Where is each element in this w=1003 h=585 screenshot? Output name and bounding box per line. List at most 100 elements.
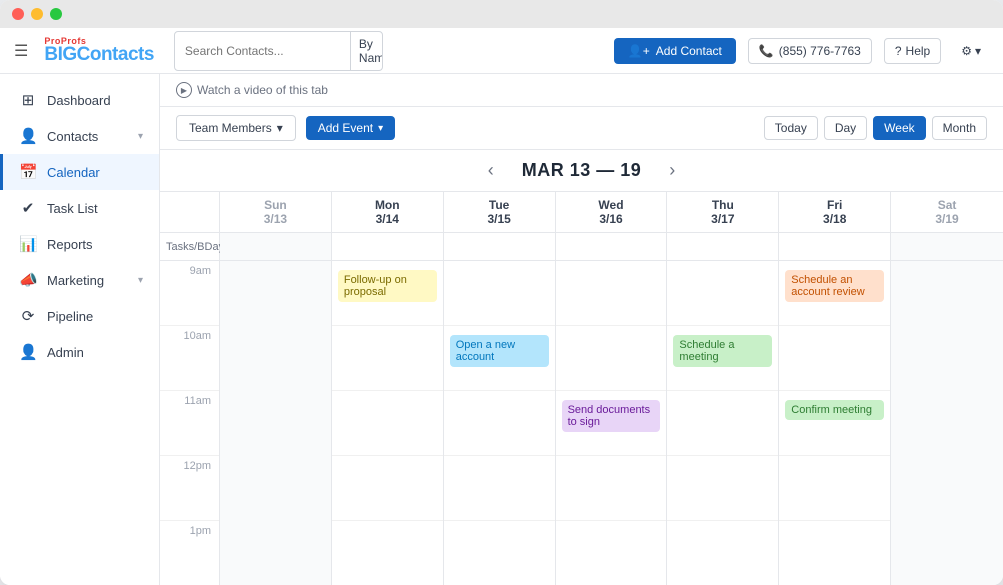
time-row-9am: 9am Follow-up on proposal Schedule an ac… [160,261,1003,326]
app-header: ☰ ProProfs BIGContacts By Name ▾ 🔍 👤+ Ad… [0,28,1003,74]
time-cell-sat-10am[interactable] [891,326,1003,391]
event-schedule-account-review[interactable]: Schedule an account review [785,270,884,302]
col-header-thu: Thu 3/17 [667,192,779,232]
time-cell-thu-11am[interactable] [667,391,779,456]
time-cell-thu-9am[interactable] [667,261,779,326]
time-label-11am: 11am [160,391,220,456]
prev-week-button[interactable]: ‹ [480,158,502,183]
sidebar-item-label: Pipeline [47,309,93,324]
time-cell-tue-12pm[interactable] [444,456,556,521]
view-buttons: Today Day Week Month [764,116,987,140]
time-cell-mon-12pm[interactable] [332,456,444,521]
time-cell-wed-10am[interactable] [556,326,668,391]
time-cell-sat-12pm[interactable] [891,456,1003,521]
team-members-button[interactable]: Team Members ▾ [176,115,296,141]
help-button[interactable]: ? Help [884,38,941,64]
time-label-1pm: 1pm [160,521,220,585]
time-cell-wed-1pm[interactable] [556,521,668,585]
view-today-button[interactable]: Today [764,116,818,140]
col-header-sat: Sat 3/19 [891,192,1003,232]
calendar-nav: ‹ MAR 13 — 19 › [160,150,1003,192]
sidebar-item-marketing[interactable]: 📣 Marketing ▾ [0,262,159,298]
time-cell-mon-10am[interactable] [332,326,444,391]
time-cell-fri-9am[interactable]: Schedule an account review [779,261,891,326]
time-cell-fri-10am[interactable] [779,326,891,391]
time-cell-sun-10am[interactable] [220,326,332,391]
event-schedule-meeting[interactable]: Schedule a meeting [673,335,772,367]
time-cell-sun-12pm[interactable] [220,456,332,521]
event-follow-up-proposal[interactable]: Follow-up on proposal [338,270,437,302]
tasks-bdays-row: Tasks/BDays [160,233,1003,261]
calendar-toolbar: Team Members ▾ Add Event ▾ Today Day Wee… [160,107,1003,150]
sidebar-item-pipeline[interactable]: ⟳ Pipeline [0,298,159,334]
col-header-fri: Fri 3/18 [779,192,891,232]
time-cell-fri-11am[interactable]: Confirm meeting [779,391,891,456]
sidebar-item-label: Contacts [47,129,98,144]
watch-video-link[interactable]: ▶ Watch a video of this tab [176,82,328,98]
chevron-down-icon: ▾ [277,121,283,135]
time-cell-thu-1pm[interactable] [667,521,779,585]
time-cell-fri-1pm[interactable] [779,521,891,585]
settings-button[interactable]: ⚙ ▾ [953,39,989,63]
time-cell-tue-10am[interactable]: Open a new account [444,326,556,391]
event-open-new-account[interactable]: Open a new account [450,335,549,367]
tasks-cell-tue [444,233,556,260]
logo-text: BIGContacts [44,44,154,65]
event-send-documents[interactable]: Send documents to sign [562,400,661,432]
maximize-button[interactable] [50,8,62,20]
time-cell-thu-10am[interactable]: Schedule a meeting [667,326,779,391]
calendar-icon: 📅 [19,163,37,181]
time-cell-sat-9am[interactable] [891,261,1003,326]
sidebar-item-label: Reports [47,237,93,252]
sidebar-item-dashboard[interactable]: ⊞ Dashboard [0,82,159,118]
sidebar-item-admin[interactable]: 👤 Admin [0,334,159,370]
time-cell-sat-1pm[interactable] [891,521,1003,585]
col-header-mon: Mon 3/14 [332,192,444,232]
next-week-button[interactable]: › [661,158,683,183]
tasks-cell-sat [891,233,1003,260]
view-month-button[interactable]: Month [932,116,987,140]
sidebar-item-contacts[interactable]: 👤 Contacts ▾ [0,118,159,154]
minimize-button[interactable] [31,8,43,20]
search-by-dropdown[interactable]: By Name ▾ [350,32,383,70]
calendar-body: Tasks/BDays 9am [160,233,1003,585]
close-button[interactable] [12,8,24,20]
time-cell-tue-11am[interactable] [444,391,556,456]
time-cell-sun-1pm[interactable] [220,521,332,585]
time-label-10am: 10am [160,326,220,391]
logo: ProProfs BIGContacts [44,36,154,66]
add-contact-icon: 👤+ [628,44,650,58]
search-input[interactable] [175,39,350,63]
time-column-header [160,192,220,232]
time-cell-mon-1pm[interactable] [332,521,444,585]
time-cell-sat-11am[interactable] [891,391,1003,456]
app-window: ☰ ProProfs BIGContacts By Name ▾ 🔍 👤+ Ad… [0,0,1003,585]
event-confirm-meeting[interactable]: Confirm meeting [785,400,884,420]
pipeline-icon: ⟳ [19,307,37,325]
sidebar-item-task-list[interactable]: ✔ Task List [0,190,159,226]
tasks-cell-fri [779,233,891,260]
hamburger-icon[interactable]: ☰ [14,41,28,61]
view-week-button[interactable]: Week [873,116,925,140]
time-cell-mon-9am[interactable]: Follow-up on proposal [332,261,444,326]
time-cell-tue-1pm[interactable] [444,521,556,585]
add-contact-button[interactable]: 👤+ Add Contact [614,38,736,64]
phone-number: 📞 (855) 776-7763 [748,38,872,64]
phone-icon: 📞 [759,44,774,58]
sidebar-item-reports[interactable]: 📊 Reports [0,226,159,262]
time-cell-wed-9am[interactable] [556,261,668,326]
sidebar-item-calendar[interactable]: 📅 Calendar [0,154,159,190]
view-day-button[interactable]: Day [824,116,867,140]
time-cell-mon-11am[interactable] [332,391,444,456]
time-cell-thu-12pm[interactable] [667,456,779,521]
time-cell-sun-11am[interactable] [220,391,332,456]
time-cell-fri-12pm[interactable] [779,456,891,521]
add-event-button[interactable]: Add Event ▾ [306,116,395,140]
time-cell-tue-9am[interactable] [444,261,556,326]
time-cell-sun-9am[interactable] [220,261,332,326]
time-cell-wed-12pm[interactable] [556,456,668,521]
calendar-area: ‹ MAR 13 — 19 › Sun 3/13 Mon [160,150,1003,585]
content-header: ▶ Watch a video of this tab [160,74,1003,107]
calendar-grid: Sun 3/13 Mon 3/14 Tue 3/15 Wed [160,192,1003,585]
time-cell-wed-11am[interactable]: Send documents to sign [556,391,668,456]
